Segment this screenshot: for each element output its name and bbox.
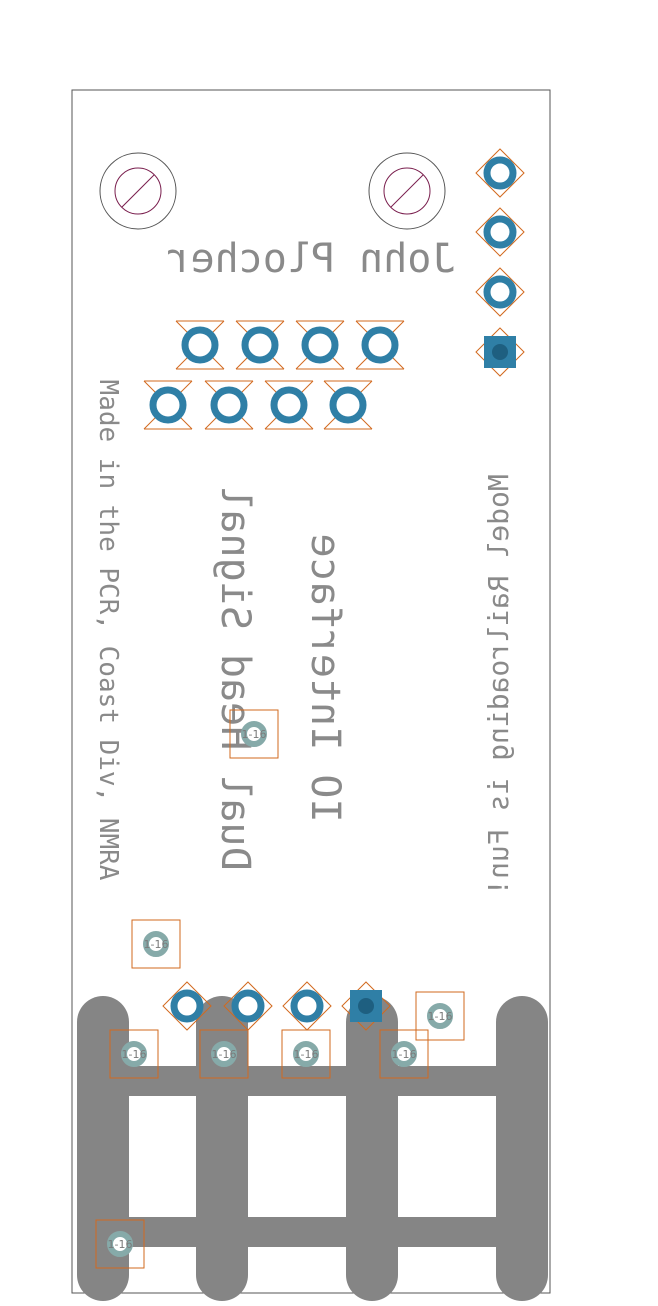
- via-label: 1-16: [122, 1048, 147, 1061]
- connector-pad: [323, 380, 373, 430]
- credit-text: John Plocher: [167, 236, 456, 282]
- connector-pad: [143, 380, 193, 430]
- via-label: 1-16: [428, 1010, 453, 1023]
- via-label: 1-16: [392, 1048, 417, 1061]
- title-line-2: IO Interface: [302, 534, 348, 823]
- connector-pad: [295, 320, 345, 370]
- connector-pad: [235, 320, 285, 370]
- connector-pad: [204, 380, 254, 430]
- title-line-1: Dual Head Signal: [212, 485, 258, 870]
- connector-pad: [175, 320, 225, 370]
- via-label: 1-16: [144, 938, 169, 951]
- right-note-text: Model Railroading is Fun!: [482, 474, 515, 895]
- connector-pad: [355, 320, 405, 370]
- connector-pad: [264, 380, 314, 430]
- via-label: 1-16: [108, 1238, 133, 1251]
- via-label: 1-16: [294, 1048, 319, 1061]
- left-note-text: Made in the PCR, Coast Div, NMRA: [93, 380, 123, 881]
- via-label: 1-16: [212, 1048, 237, 1061]
- pcb-board: John Plocher Made in the PCR, Coast Div,…: [71, 89, 551, 1301]
- via-label: 1-16: [242, 728, 267, 741]
